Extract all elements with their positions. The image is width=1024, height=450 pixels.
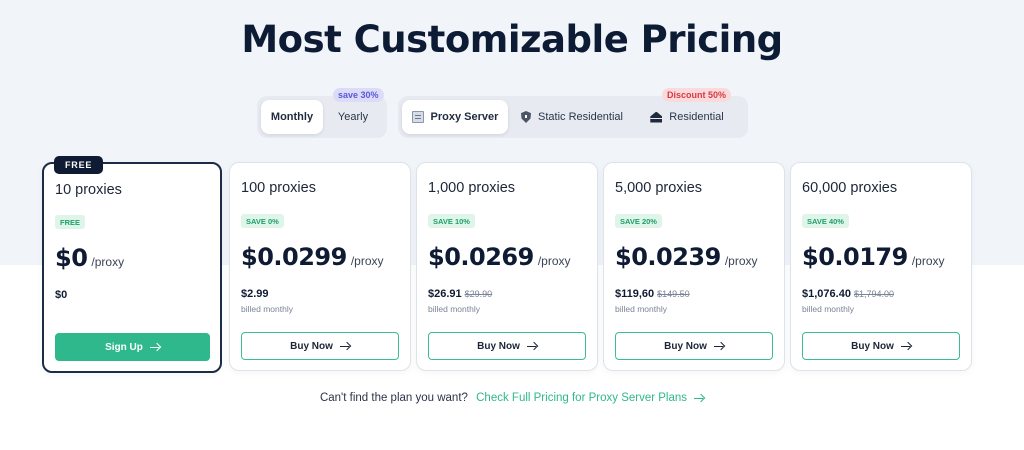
plan-original-price: $149.50 <box>657 289 690 299</box>
plan-card-10-proxies: FREE 10 proxies FREE $0 /proxy $0 Sign U… <box>42 156 222 373</box>
buy-now-button[interactable]: Buy Now <box>241 332 399 360</box>
plan-title: 5,000 proxies <box>615 180 703 196</box>
residential-discount-badge: Discount 50% <box>662 88 732 102</box>
plan-price-unit: /proxy <box>350 254 384 268</box>
plan-card-1000-proxies: 1,000 proxies SAVE 10% $0.0269 /proxy $2… <box>416 162 598 371</box>
arrow-right-icon <box>713 342 724 350</box>
plan-total-amount: $26.91 <box>428 288 462 300</box>
plan-card-100-proxies: 100 proxies SAVE 0% $0.0299 /proxy $2.99… <box>229 162 411 371</box>
plan-price-amount: $0.0179 <box>802 243 908 271</box>
plan-title: 100 proxies <box>241 180 316 196</box>
arrow-right-icon <box>900 342 911 350</box>
plan-original-price: $1,794.00 <box>853 289 894 299</box>
type-option-label: Proxy Server <box>430 111 499 123</box>
plan-save-badge: SAVE 20% <box>615 214 662 228</box>
plan-total: $119,60 $149.50 <box>615 288 690 300</box>
plan-billed-note: billed monthly <box>241 304 293 314</box>
type-option-label: Residential <box>669 111 724 123</box>
free-tag: FREE <box>54 156 104 174</box>
billing-option-label: Monthly <box>270 111 314 123</box>
plan-total: $2.99 <box>241 288 269 300</box>
plan-title: 1,000 proxies <box>428 180 516 196</box>
plan-price-unit: /proxy <box>724 254 758 268</box>
plan-price-amount: $0.0239 <box>615 243 721 271</box>
plan-total: $26.91 $29.90 <box>428 288 492 300</box>
buy-now-button[interactable]: Buy Now <box>615 332 773 360</box>
plan-save-badge: SAVE 10% <box>428 214 475 228</box>
plan-price-unit: /proxy <box>911 254 945 268</box>
type-option-label: Static Residential <box>538 111 623 123</box>
footer-text: Can't find the plan you want? <box>319 392 468 404</box>
plan-total-amount: $1,076.40 <box>802 288 851 300</box>
proxy-type-toggle: Proxy Server Static Residential Resident… <box>398 88 748 138</box>
plan-price: $0 /proxy <box>55 244 124 272</box>
plan-total: $1,076.40 $1,794.00 <box>802 288 894 300</box>
plan-price-unit: /proxy <box>537 254 571 268</box>
plan-billed-note: billed monthly <box>428 304 480 314</box>
type-option-proxy-server[interactable]: Proxy Server <box>402 100 508 134</box>
billing-option-label: Yearly <box>337 111 369 123</box>
plan-billed-note: billed monthly <box>802 304 854 314</box>
button-label: Buy Now <box>477 340 520 352</box>
server-icon <box>411 111 424 123</box>
full-pricing-link-label: Check Full Pricing for Proxy Server Plan… <box>476 392 688 404</box>
button-label: Buy Now <box>851 340 894 352</box>
plan-save-badge: SAVE 40% <box>802 214 849 228</box>
plan-price-amount: $0.0299 <box>241 243 347 271</box>
yearly-save-badge: save 30% <box>333 88 384 102</box>
plan-price: $0.0239 /proxy <box>615 243 758 271</box>
plan-card-5000-proxies: 5,000 proxies SAVE 20% $0.0239 /proxy $1… <box>603 162 785 371</box>
billing-period-toggle: Monthly Yearly save 30% <box>257 88 387 138</box>
plan-price: $0.0269 /proxy <box>428 243 571 271</box>
full-pricing-link[interactable]: Check Full Pricing for Proxy Server Plan… <box>476 392 704 404</box>
plan-card-60000-proxies: 60,000 proxies SAVE 40% $0.0179 /proxy $… <box>790 162 972 371</box>
plan-save-badge: FREE <box>55 215 86 229</box>
type-option-residential[interactable]: Residential <box>636 100 738 134</box>
billing-option-yearly[interactable]: Yearly <box>323 100 383 134</box>
sign-up-button[interactable]: Sign Up <box>55 333 210 361</box>
plan-total-amount: $2.99 <box>241 288 269 300</box>
button-label: Sign Up <box>105 341 143 353</box>
plan-title: 60,000 proxies <box>802 180 898 196</box>
pricing-footer: Can't find the plan you want? Check Full… <box>0 392 1024 404</box>
home-icon <box>650 111 663 123</box>
shield-icon <box>521 111 531 123</box>
arrow-right-icon <box>526 342 537 350</box>
plan-original-price: $29.90 <box>464 289 493 299</box>
arrow-right-icon <box>694 394 704 402</box>
arrow-right-icon <box>149 343 160 351</box>
plan-title: 10 proxies <box>55 182 122 198</box>
plan-price: $0.0179 /proxy <box>802 243 945 271</box>
plan-price: $0.0299 /proxy <box>241 243 384 271</box>
page-title: Most Customizable Pricing <box>241 18 783 61</box>
plan-billed-note: billed monthly <box>615 304 667 314</box>
type-option-static-residential[interactable]: Static Residential <box>508 100 636 134</box>
plan-price-amount: $0 <box>55 244 88 272</box>
plan-total-amount: $0 <box>55 289 68 301</box>
arrow-right-icon <box>339 342 350 350</box>
buy-now-button[interactable]: Buy Now <box>428 332 586 360</box>
plan-total: $0 <box>55 289 67 301</box>
button-label: Buy Now <box>290 340 333 352</box>
plan-price-amount: $0.0269 <box>428 243 534 271</box>
plan-price-unit: /proxy <box>91 255 125 269</box>
plan-save-badge: SAVE 0% <box>241 214 284 228</box>
billing-option-monthly[interactable]: Monthly <box>261 100 323 134</box>
button-label: Buy Now <box>664 340 707 352</box>
plan-total-amount: $119,60 <box>615 288 655 300</box>
buy-now-button[interactable]: Buy Now <box>802 332 960 360</box>
